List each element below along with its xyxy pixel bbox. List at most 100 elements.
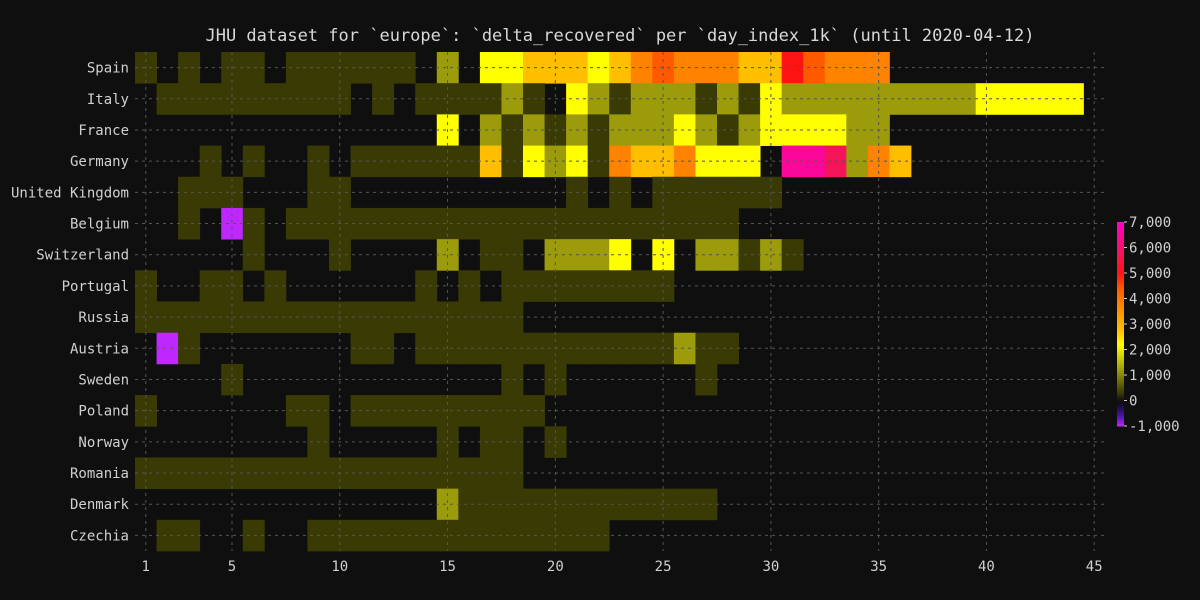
heatmap-cell <box>695 145 718 178</box>
y-tick-label: Czechia <box>70 528 129 544</box>
heatmap-cell <box>458 83 481 115</box>
heatmap-cell <box>458 145 481 178</box>
heatmap-cell <box>717 176 739 209</box>
heatmap-chart: JHU dataset for `europe`: `delta_recover… <box>0 0 1200 600</box>
x-tick-label: 45 <box>1086 559 1103 575</box>
heatmap-cell <box>479 114 502 146</box>
y-tick-label: Austria <box>70 341 129 357</box>
y-tick-label: United Kingdom <box>11 185 129 201</box>
heatmap-cell <box>199 83 222 115</box>
y-tick-label: Denmark <box>70 497 130 513</box>
x-tick-label: 15 <box>439 559 456 575</box>
x-tick-label: 10 <box>331 559 348 575</box>
y-tick-label: Russia <box>78 310 129 326</box>
heatmap-cell <box>717 114 739 146</box>
y-tick-label: Germany <box>70 154 129 170</box>
colorbar-tick-label: -1,000 <box>1129 419 1180 435</box>
heatmap-cell <box>673 332 696 365</box>
heatmap-cell <box>458 207 481 240</box>
heatmap-cell <box>178 332 201 365</box>
heatmap-cell <box>997 83 1020 115</box>
heatmap-cell <box>458 332 481 365</box>
heatmap-cell <box>156 332 179 365</box>
heatmap-cell <box>479 426 502 458</box>
y-tick-label: Italy <box>87 92 129 108</box>
x-tick-label: 25 <box>655 559 672 575</box>
colorbar-tick-label: 3,000 <box>1129 317 1171 333</box>
colorbar-tick-label: 4,000 <box>1129 292 1171 308</box>
heatmap-cell <box>199 270 222 302</box>
y-tick-label: Norway <box>78 435 129 451</box>
heatmap-cell <box>479 83 502 115</box>
heatmap-cell <box>673 114 696 146</box>
heatmap-cell <box>199 301 222 334</box>
heatmap-cell <box>178 176 201 209</box>
heatmap-cell <box>717 239 739 271</box>
x-tick-label: 40 <box>978 559 995 575</box>
heatmap-cell <box>156 457 179 490</box>
heatmap-cell <box>717 332 739 365</box>
y-tick-label: Portugal <box>62 279 129 295</box>
heatmap-cell <box>695 239 718 271</box>
heatmap-cell <box>178 519 201 552</box>
heatmap-cell <box>1018 83 1041 115</box>
y-tick-label: Belgium <box>70 217 129 233</box>
heatmap-cell <box>458 519 481 552</box>
heatmap-cell <box>156 301 179 334</box>
heatmap-cell <box>738 83 761 115</box>
heatmap-cell <box>479 145 502 178</box>
heatmap-cell <box>178 457 201 490</box>
heatmap-cell <box>415 457 438 490</box>
heatmap-cell <box>415 207 438 240</box>
heatmap-cell <box>954 83 977 115</box>
heatmap-cell <box>1040 83 1063 115</box>
heatmap-cell <box>415 301 438 334</box>
heatmap-cell <box>479 488 502 521</box>
heatmap-cell <box>479 332 502 365</box>
heatmap-cell <box>199 176 222 209</box>
heatmap-cell <box>695 332 718 365</box>
heatmap-cell <box>458 395 481 427</box>
heatmap-cell <box>458 457 481 490</box>
y-tick-label: Romania <box>70 466 129 482</box>
heatmap-cell <box>479 519 502 552</box>
heatmap-cell <box>738 52 761 84</box>
heatmap-cell <box>738 114 761 146</box>
heatmap-cell <box>673 83 696 115</box>
heatmap-cell <box>199 457 222 490</box>
x-tick-label: 5 <box>228 559 236 575</box>
y-tick-label: Switzerland <box>36 248 129 264</box>
heatmap-cell <box>479 207 502 240</box>
colorbar-tick-label: 5,000 <box>1129 266 1171 282</box>
heatmap-cell <box>415 270 438 302</box>
heatmap-cell <box>479 395 502 427</box>
chart-title: JHU dataset for `europe`: `delta_recover… <box>205 26 1034 46</box>
heatmap-cell <box>673 176 696 209</box>
heatmap-cell <box>479 52 502 84</box>
heatmap-cell <box>415 332 438 365</box>
heatmap-cell <box>673 207 696 240</box>
heatmap-cell <box>673 145 696 178</box>
heatmap-cell <box>479 301 502 334</box>
heatmap-cell <box>738 145 761 178</box>
heatmap-cell <box>695 83 718 115</box>
heatmap-cell <box>156 83 179 115</box>
y-tick-label: Spain <box>87 61 129 77</box>
colorbar-tick-label: 1,000 <box>1129 368 1171 384</box>
heatmap-cell <box>717 207 739 240</box>
heatmap-cell <box>479 239 502 271</box>
heatmap-cell <box>479 457 502 490</box>
heatmap-cell <box>695 114 718 146</box>
x-tick-label: 1 <box>142 559 150 575</box>
heatmap-cell <box>178 207 201 240</box>
colorbar-tick-label: 2,000 <box>1129 343 1171 359</box>
heatmap-cell <box>178 83 201 115</box>
x-tick-label: 30 <box>762 559 779 575</box>
y-tick-label: Sweden <box>78 372 129 388</box>
heatmap-cell <box>695 488 718 521</box>
x-tick-label: 35 <box>870 559 887 575</box>
y-tick-label: France <box>78 123 129 139</box>
heatmap-cell <box>738 176 761 209</box>
heatmap-cell <box>178 52 201 84</box>
heatmap-cell <box>738 239 761 271</box>
